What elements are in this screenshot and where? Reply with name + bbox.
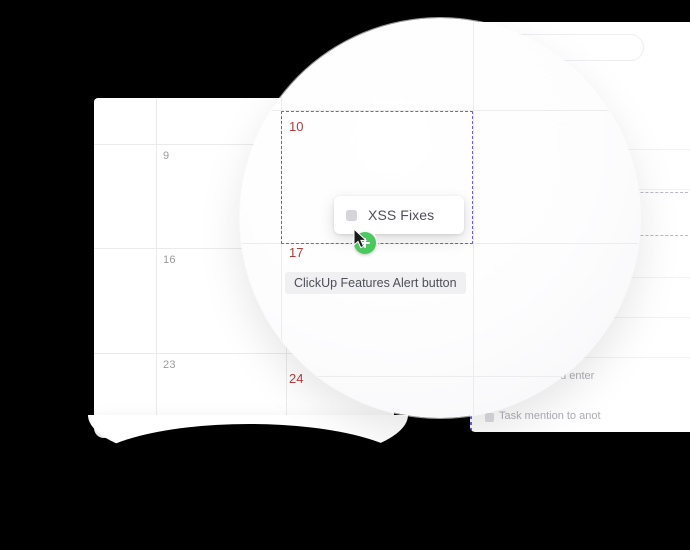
task-checkbox[interactable] bbox=[346, 209, 357, 221]
calendar-day-number[interactable]: 17 bbox=[289, 245, 303, 260]
grid-line-vertical bbox=[156, 98, 157, 438]
grid-line-vertical bbox=[473, 18, 474, 418]
calendar-day-number[interactable]: 23 bbox=[163, 359, 176, 371]
calendar-event-chip[interactable]: ClickUp Features Alert button bbox=[285, 272, 466, 294]
calendar-day-number[interactable]: 16 bbox=[163, 254, 176, 266]
perspective-scene: 9 16 23 Sort by S bbox=[0, 0, 690, 550]
screenshot-root: 9 16 23 Sort by S bbox=[0, 0, 690, 550]
calendar-day-number[interactable]: 24 bbox=[289, 371, 303, 386]
dragged-task-label: XSS Fixes bbox=[368, 207, 435, 223]
calendar-day-number[interactable]: 9 bbox=[163, 150, 169, 162]
